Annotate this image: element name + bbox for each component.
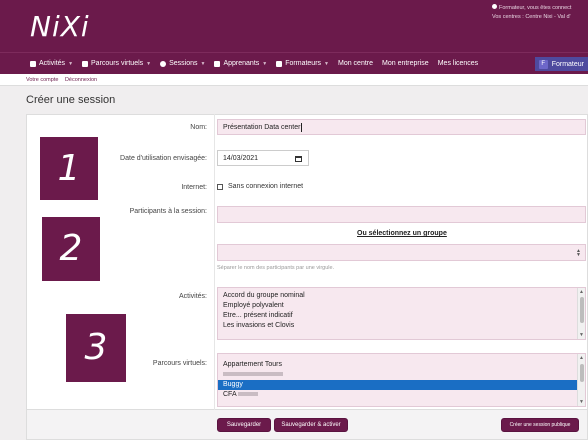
scroll-thumb[interactable] xyxy=(580,364,584,382)
scroll-down-icon[interactable]: ▼ xyxy=(579,332,584,338)
logout-link[interactable]: Déconnexion xyxy=(65,77,97,83)
text-cursor xyxy=(301,122,303,132)
nav-apprenants[interactable]: Apprenants ▼ xyxy=(214,60,267,67)
group-select[interactable]: ▲ ▼ xyxy=(217,244,586,261)
activities-label: Activités: xyxy=(178,293,207,300)
chevron-down-icon: ▼ xyxy=(324,60,329,67)
nav-sessions[interactable]: Sessions ▼ xyxy=(160,60,205,67)
calendar-icon[interactable] xyxy=(295,156,302,162)
my-account-link[interactable]: Votre compte xyxy=(26,77,58,83)
chevron-down-icon: ▼ xyxy=(200,60,206,67)
list-item-blurred[interactable] xyxy=(218,370,585,380)
select-arrows-icon: ▲ ▼ xyxy=(576,247,581,258)
annotation-2: 2 xyxy=(42,217,100,281)
participants-hint: Séparer le nom des participants par une … xyxy=(217,265,335,271)
create-public-session-button[interactable]: Créer une session publique xyxy=(501,418,579,432)
user-badge: F xyxy=(538,59,548,69)
user-role-text: Formateur, vous êtes connect xyxy=(499,5,572,11)
user-info: Formateur, vous êtes connect Vos centres… xyxy=(492,4,584,22)
activities-scrollbar[interactable]: ▲ ▼ xyxy=(577,288,585,339)
nixi-logo[interactable]: NiXi xyxy=(30,10,90,43)
user-menu[interactable]: F Formateur xyxy=(534,57,588,71)
select-group-link[interactable]: Ou sélectionnez un groupe xyxy=(357,230,447,237)
scroll-up-icon[interactable]: ▲ xyxy=(579,355,584,361)
date-input[interactable]: 14/03/2021 xyxy=(217,150,309,166)
name-label: Nom: xyxy=(190,124,207,131)
app-header: NiXi Formateur, vous êtes connect Vos ce… xyxy=(0,0,588,52)
paths-scrollbar[interactable]: ▲ ▼ xyxy=(577,354,585,406)
main-nav: Activités ▼ Parcours virtuels ▼ Sessions ▼ … xyxy=(0,52,588,74)
no-internet-checkbox[interactable] xyxy=(217,184,223,190)
nav-activities[interactable]: Activités ▼ xyxy=(30,60,73,67)
list-item-selected[interactable]: Buggy xyxy=(218,380,585,390)
paths-icon xyxy=(82,60,89,67)
account-bar: Votre compte Déconnexion xyxy=(0,74,588,86)
redacted-text xyxy=(223,372,283,377)
list-item[interactable]: CFA xyxy=(218,390,585,400)
participants-input[interactable] xyxy=(217,206,586,223)
list-item[interactable]: Accord du groupe nominal xyxy=(218,291,585,301)
list-item[interactable]: Les invasions et Clovis xyxy=(218,321,585,331)
list-item[interactable]: Employé polyvalent xyxy=(218,301,585,311)
nav-formateurs[interactable]: Formateurs ▼ xyxy=(276,60,329,67)
nav-mon-centre[interactable]: Mon centre xyxy=(338,60,373,67)
nav-mes-licences[interactable]: Mes licences xyxy=(438,60,478,67)
list-item[interactable]: Etre... présent indicatif xyxy=(218,311,585,321)
annotation-3: 3 xyxy=(66,314,126,382)
redacted-text xyxy=(238,392,259,397)
user-centres-text: Vos centres : Centre Nixi - Val d' xyxy=(492,14,571,20)
name-input[interactable]: Présentation Data center xyxy=(217,119,586,135)
list-item[interactable]: Appartement Tours xyxy=(218,360,585,370)
annotation-1: 1 xyxy=(40,137,98,200)
activities-listbox[interactable]: Accord du groupe nominal Employé polyval… xyxy=(217,287,586,340)
scroll-up-icon[interactable]: ▲ xyxy=(579,289,584,295)
chevron-down-icon: ▼ xyxy=(262,60,268,67)
label-column-divider xyxy=(214,114,215,410)
activities-icon xyxy=(30,60,36,67)
learners-icon xyxy=(214,60,221,67)
no-internet-label: Sans connexion internet xyxy=(228,183,304,190)
save-activate-button[interactable]: Sauvegarder & activer xyxy=(274,418,348,432)
paths-listbox[interactable]: Appartement Tours Buggy CFA ▲ ▼ xyxy=(217,353,586,407)
trainers-icon xyxy=(276,60,283,67)
nav-mon-entreprise[interactable]: Mon entreprise xyxy=(382,60,429,67)
chevron-down-icon: ▼ xyxy=(146,60,152,67)
participants-label: Participants à la session: xyxy=(129,208,207,215)
sessions-icon xyxy=(160,60,167,67)
scroll-thumb[interactable] xyxy=(580,297,584,323)
scroll-down-icon[interactable]: ▼ xyxy=(579,399,584,405)
nav-parcours-virtuels[interactable]: Parcours virtuels ▼ xyxy=(82,60,151,67)
save-button[interactable]: Sauvegarder xyxy=(217,418,271,432)
chevron-down-icon: ▼ xyxy=(68,60,74,67)
info-icon xyxy=(492,4,497,9)
page-title: Créer une session xyxy=(26,94,116,106)
